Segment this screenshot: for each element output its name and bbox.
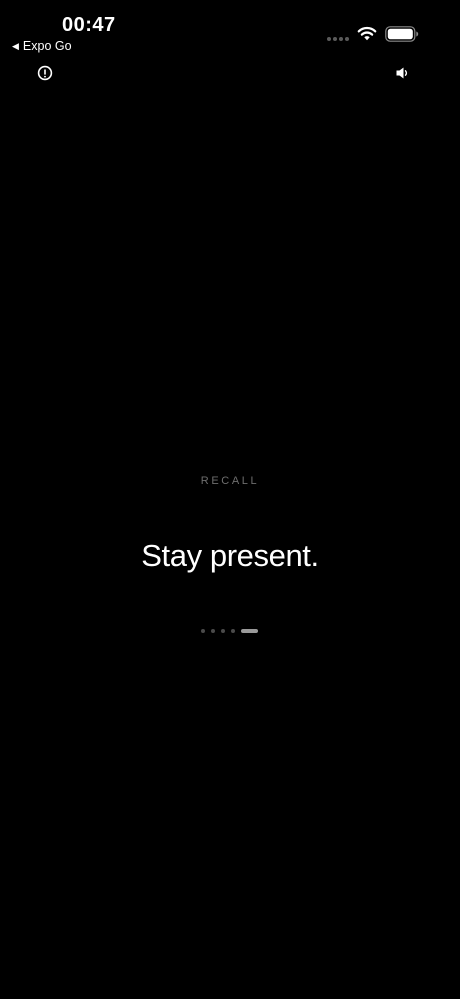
back-to-app-link[interactable]: ◀ Expo Go: [12, 39, 72, 53]
page-dot[interactable]: [201, 629, 205, 633]
info-icon[interactable]: [37, 65, 53, 81]
speaker-icon[interactable]: [395, 66, 411, 80]
page-dot-active[interactable]: [241, 629, 258, 633]
page-dot[interactable]: [231, 629, 235, 633]
page-headline: Stay present.: [141, 538, 319, 573]
back-app-label: Expo Go: [22, 39, 72, 53]
page-indicator: [201, 629, 258, 633]
battery-icon: [385, 26, 419, 42]
page-dot[interactable]: [211, 629, 215, 633]
status-time: 00:47: [62, 14, 116, 36]
cellular-signal-icon: [327, 37, 349, 41]
back-arrow-icon: ◀: [12, 40, 19, 51]
section-eyebrow: RECALL: [200, 475, 260, 487]
wifi-icon: [357, 26, 377, 41]
app-screen: 00:47 ◀ Expo Go RECALL Stay present.: [0, 0, 460, 999]
page-dot[interactable]: [221, 629, 225, 633]
